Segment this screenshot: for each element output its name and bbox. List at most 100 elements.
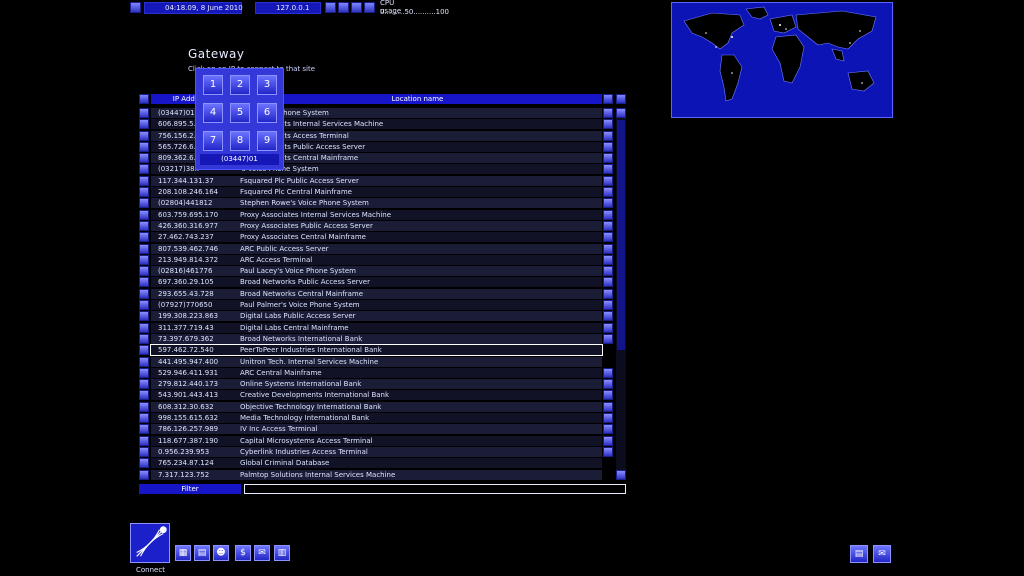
bookmark-icon[interactable]	[139, 220, 149, 231]
table-row[interactable]: 293.655.43.728 Broad Networks Central Mai…	[139, 288, 614, 300]
row-action-icon[interactable]	[603, 379, 613, 390]
ip-address[interactable]: 426.360.316.977	[158, 221, 218, 232]
row-action-icon[interactable]	[603, 435, 613, 446]
keypad-key-8[interactable]: 8	[230, 131, 250, 151]
ip-address[interactable]: 697.360.29.105	[158, 277, 214, 288]
bookmark-icon[interactable]	[139, 108, 149, 118]
location-name[interactable]: Unitron Tech. Internal Services Machine	[240, 357, 378, 368]
table-row[interactable]: 426.360.316.977 Proxy Associates Public A…	[139, 220, 614, 232]
row-action-icon[interactable]	[603, 187, 613, 198]
table-row[interactable]: 597.462.72.540 PeerToPeer Industries Inte…	[139, 344, 614, 357]
document-icon[interactable]: ▤	[850, 545, 868, 563]
menu-icon[interactable]	[130, 2, 141, 13]
row-action-icon[interactable]	[603, 300, 613, 311]
row-action-icon[interactable]	[603, 413, 613, 424]
mail-icon[interactable]: ✉	[873, 545, 891, 563]
ip-address[interactable]: 807.539.462.746	[158, 244, 218, 255]
ip-address[interactable]: 756.156.2..	[158, 131, 198, 142]
table-row[interactable]: 311.377.719.43 Digital Labs Central Mainf…	[139, 322, 614, 334]
location-name[interactable]: ARC Public Access Server	[240, 244, 329, 255]
bookmark-icon[interactable]	[139, 141, 149, 152]
ip-address[interactable]: 765.234.87.124	[158, 458, 214, 469]
keypad-key-2[interactable]: 2	[230, 75, 250, 95]
table-row[interactable]: 118.677.387.190 Capital Microsystems Acce…	[139, 435, 614, 447]
ip-address[interactable]: 441.495.947.400	[158, 357, 218, 368]
location-name[interactable]: Objective Technology International Bank	[240, 402, 381, 413]
table-row[interactable]: (02804)441812 Stephen Rowe's Voice Phone …	[139, 198, 614, 209]
ip-address[interactable]: 529.946.411.931	[158, 368, 218, 379]
ip-address[interactable]: 279.812.440.173	[158, 379, 218, 390]
location-name[interactable]: Fsquared Plc Public Access Server	[240, 176, 359, 187]
scroll-down-button[interactable]	[616, 470, 626, 480]
header-left-button[interactable]	[139, 94, 149, 104]
email-icon[interactable]: ✉	[254, 545, 270, 561]
row-action-icon[interactable]	[603, 220, 613, 231]
scroll-up-button[interactable]	[616, 108, 626, 118]
location-name[interactable]: Creative Developments International Bank	[240, 390, 389, 401]
ip-address[interactable]: (07927)770650	[158, 300, 212, 311]
ip-address[interactable]: (03447)01	[158, 108, 195, 119]
location-name[interactable]: Proxy Associates Public Access Server	[240, 221, 373, 232]
table-row[interactable]: 73.397.679.362 Broad Networks Internation…	[139, 333, 614, 345]
table-row[interactable]: 608.312.30.632 Objective Technology Inter…	[139, 401, 614, 413]
ip-address[interactable]: 0.956.239.953	[158, 447, 209, 458]
table-row[interactable]: (07927)770650 Paul Palmer's Voice Phone S…	[139, 300, 614, 311]
ip-address[interactable]: (02816)461776	[158, 266, 212, 277]
bookmark-icon[interactable]	[139, 458, 149, 469]
keypad-key-9[interactable]: 9	[257, 131, 277, 151]
keypad-key-6[interactable]: 6	[257, 103, 277, 123]
location-name[interactable]: IV Inc Access Terminal	[240, 424, 317, 435]
ip-address[interactable]: 208.108.246.164	[158, 187, 218, 198]
ip-address[interactable]: 118.677.387.190	[158, 436, 218, 447]
table-row[interactable]: 7.317.123.752 Palmtop Solutions Internal …	[139, 469, 614, 481]
row-action-icon[interactable]	[603, 311, 613, 322]
keypad-key-5[interactable]: 5	[230, 103, 250, 123]
table-row[interactable]: 279.812.440.173 Online Systems Internatio…	[139, 379, 614, 390]
bookmark-icon[interactable]	[139, 345, 149, 356]
bookmark-icon[interactable]	[139, 300, 149, 311]
location-name[interactable]: Broad Networks Public Access Server	[240, 277, 370, 288]
bookmark-icon[interactable]	[139, 333, 149, 344]
row-action-icon[interactable]	[603, 401, 613, 412]
ip-address[interactable]: 7.317.123.752	[158, 470, 209, 481]
row-action-icon[interactable]	[603, 277, 613, 288]
location-name[interactable]: Online Systems International Bank	[240, 379, 361, 390]
bookmark-icon[interactable]	[139, 288, 149, 299]
row-action-icon[interactable]	[603, 367, 613, 378]
table-row[interactable]: 529.946.411.931 ARC Central Mainframe	[139, 367, 614, 379]
ip-address[interactable]: (03217)38..	[158, 164, 199, 175]
location-name[interactable]: Global Criminal Database	[240, 458, 329, 469]
location-name[interactable]: Broad Networks Central Mainframe	[240, 289, 363, 300]
location-name[interactable]: Capital Microsystems Access Terminal	[240, 436, 373, 447]
ip-address[interactable]: 809.362.6..	[158, 153, 198, 164]
filter-input[interactable]	[244, 484, 626, 494]
bookmark-icon[interactable]	[139, 390, 149, 401]
bookmark-icon[interactable]	[139, 277, 149, 288]
files-icon[interactable]: ▤	[194, 545, 210, 561]
table-row[interactable]: 199.308.223.863 Digital Labs Public Acces…	[139, 311, 614, 322]
location-name[interactable]: Palmtop Solutions Internal Services Mach…	[240, 470, 395, 481]
table-row[interactable]: 0.956.239.953 Cyberlink Industries Access…	[139, 446, 614, 458]
keypad-key-3[interactable]: 3	[257, 75, 277, 95]
bookmark-icon[interactable]	[139, 424, 149, 435]
ip-address[interactable]: 27.462.743.237	[158, 232, 214, 243]
table-row[interactable]: 27.462.743.237 Proxy Associates Central M…	[139, 232, 614, 243]
bookmark-icon[interactable]	[139, 266, 149, 277]
location-name[interactable]: Paul Lacey's Voice Phone System	[240, 266, 356, 277]
pause-icon[interactable]	[325, 2, 336, 13]
table-row[interactable]: 697.360.29.105 Broad Networks Public Acce…	[139, 277, 614, 288]
software-icon[interactable]: ▥	[274, 545, 290, 561]
scroll-thumb[interactable]	[617, 120, 625, 350]
ip-address[interactable]: 117.344.131.37	[158, 176, 214, 187]
location-name[interactable]: Broad Networks International Bank	[240, 334, 362, 345]
location-name[interactable]: Proxy Associates Central Mainframe	[240, 232, 366, 243]
ip-address[interactable]: 603.759.695.170	[158, 210, 218, 221]
ip-address[interactable]: 608.312.30.632	[158, 402, 214, 413]
ip-address[interactable]: 565.726.6..	[158, 142, 198, 153]
fast-forward-icon[interactable]	[351, 2, 362, 13]
ip-address[interactable]: 786.126.257.989	[158, 424, 218, 435]
bookmark-icon[interactable]	[139, 469, 149, 480]
bookmark-icon[interactable]	[139, 413, 149, 424]
ip-address[interactable]: 998.155.615.632	[158, 413, 218, 424]
column-header-location[interactable]: Location name	[233, 94, 602, 104]
